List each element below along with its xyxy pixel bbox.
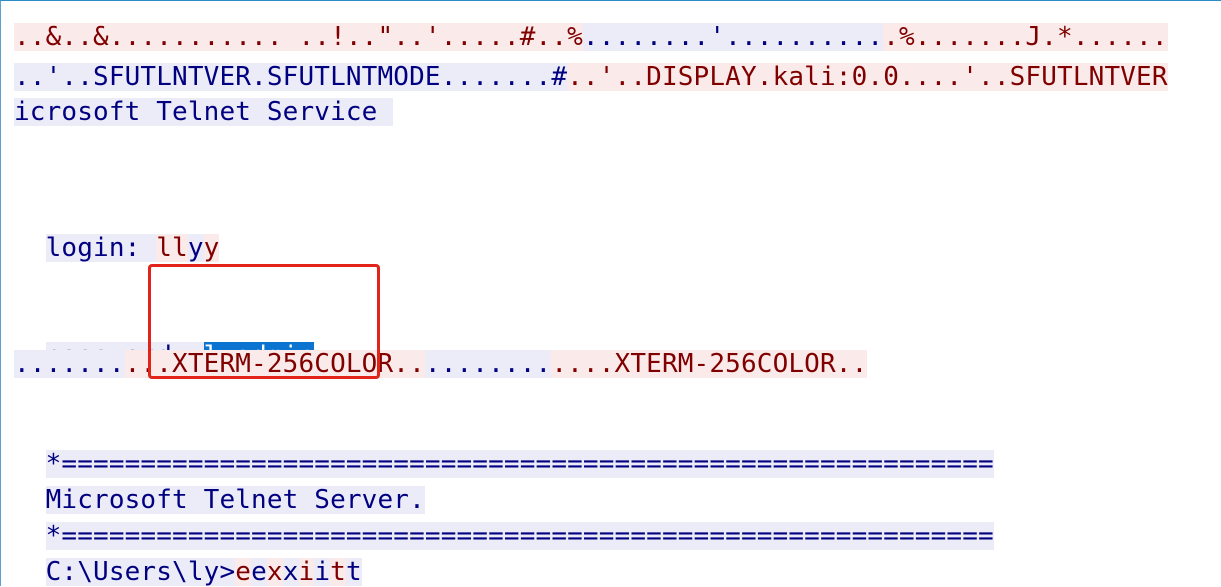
- client-bytes: y: [187, 233, 204, 263]
- server-bytes: ..'..DISPLAY.kali:0.0....'..SFUTLNTVER: [567, 62, 1168, 92]
- client-bytes: i: [314, 557, 331, 587]
- client-bytes: ........'..........: [582, 22, 884, 52]
- server-bytes: y: [203, 233, 220, 263]
- client-bytes: t: [345, 557, 362, 587]
- command-echo: eexxiitt: [235, 558, 362, 586]
- banner-title-line: Microsoft Telnet Server.: [14, 458, 425, 514]
- client-bytes: ........: [424, 349, 552, 379]
- client-bytes: x: [282, 557, 299, 587]
- banner-separator-bottom: *=======================================…: [14, 494, 994, 550]
- banner-separator-top: *=======================================…: [14, 422, 994, 478]
- login-echo: llyy: [156, 233, 220, 263]
- server-bytes: t: [330, 557, 346, 587]
- server-bytes: e: [235, 557, 252, 587]
- server-bytes: ..&..&........... ..!.."..'.....#..%: [14, 22, 583, 52]
- client-bytes: .......: [14, 349, 125, 379]
- client-bytes: e: [251, 557, 267, 587]
- server-bytes: i: [298, 557, 315, 587]
- login-prompt: login:: [45, 233, 157, 263]
- login-line: login: llyy: [14, 206, 220, 262]
- command-prompt-line: C:\Users\ly>eexxiitt: [14, 530, 362, 586]
- terminal-type-line: ..........XTERM-256COLOR..............XT…: [14, 349, 868, 379]
- server-bytes: .%.......J.*......: [883, 22, 1168, 52]
- stream-line-negotiation: ..&..&........... ..!.."..'.....#..%....…: [14, 23, 1168, 51]
- server-bytes: ll: [156, 233, 188, 263]
- stream-line-service-banner: icrosoft Telnet Service: [14, 97, 394, 127]
- stream-line-env-vars: ..'..SFUTLNTVER.SFUTLNTMODE.......#..'..…: [14, 63, 1168, 91]
- command-prompt: C:\Users\ly>: [45, 557, 236, 587]
- client-bytes: icrosoft Telnet Service: [14, 97, 394, 127]
- client-bytes: ..'..SFUTLNTVER.SFUTLNTMODE.......#: [14, 62, 568, 92]
- red-highlight-box: [148, 264, 380, 379]
- server-bytes: ....XTERM-256COLOR..: [551, 349, 868, 379]
- server-bytes: x: [266, 557, 283, 587]
